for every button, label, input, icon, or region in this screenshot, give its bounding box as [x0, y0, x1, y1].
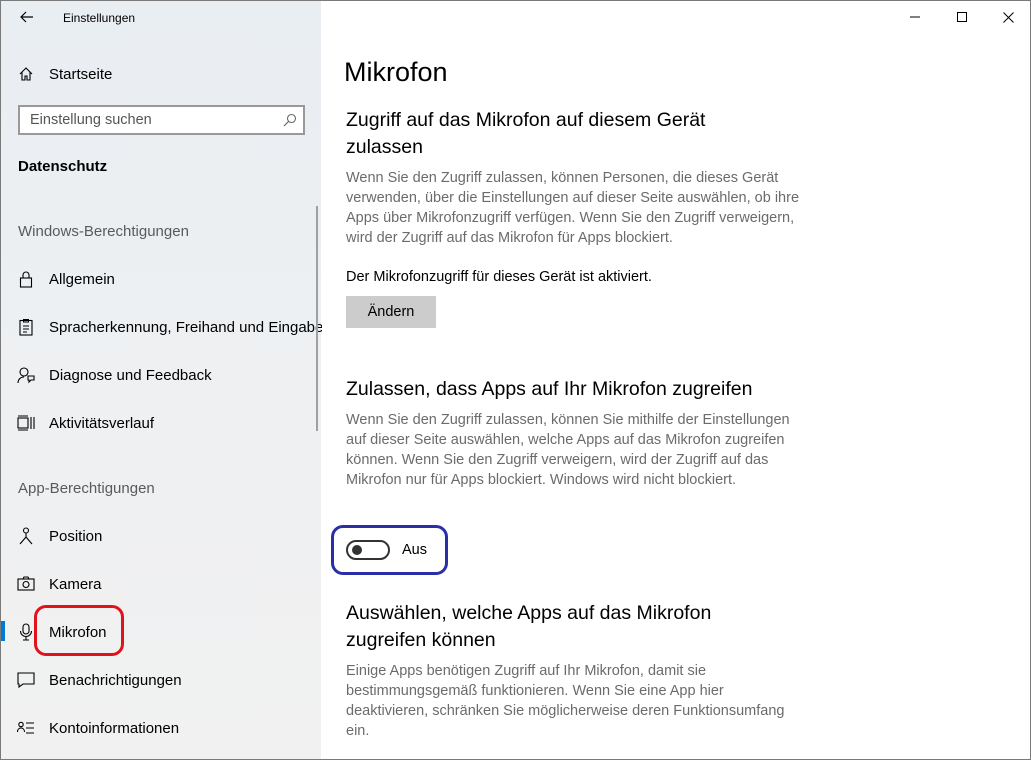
- microphone-icon: [17, 623, 35, 641]
- maximize-button[interactable]: [939, 1, 985, 33]
- section-description-device-access: Wenn Sie den Zugriff zulassen, können Pe…: [346, 170, 800, 246]
- section-heading-app-access: Zulassen, dass Apps auf Ihr Mikrofon zug…: [346, 378, 753, 400]
- sidebar-item-aktivitaetsverlauf[interactable]: Aktivitätsverlauf: [1, 403, 321, 443]
- sidebar-item-kontoinformationen[interactable]: Kontoinformationen: [1, 708, 321, 748]
- sidebar: Einstellungen Startseite Datenschutz Win…: [1, 1, 324, 759]
- account-info-icon: [17, 719, 35, 737]
- app-access-toggle[interactable]: [346, 540, 390, 560]
- section-heading-device-access: Zugriff auf das Mikrofon auf diesem Gerä…: [346, 109, 706, 158]
- settings-search[interactable]: [18, 105, 305, 135]
- device-access-status: Der Mikrofonzugriff für dieses Gerät ist…: [346, 269, 652, 285]
- page-title: Mikrofon: [344, 57, 448, 87]
- sidebar-item-label: Allgemein: [49, 270, 115, 288]
- close-button[interactable]: [985, 1, 1030, 33]
- timeline-icon: [17, 414, 35, 432]
- toggle-state-label: Aus: [402, 542, 427, 558]
- camera-icon: [17, 575, 35, 593]
- sidebar-item-kamera[interactable]: Kamera: [1, 564, 321, 604]
- toggle-knob: [352, 545, 362, 555]
- lock-icon: [17, 270, 35, 288]
- back-arrow-icon: [20, 11, 33, 23]
- minimize-icon: [910, 16, 920, 18]
- sidebar-item-label: Benachrichtigungen: [49, 671, 182, 689]
- maximize-icon: [957, 12, 967, 22]
- change-button[interactable]: Ändern: [346, 296, 436, 328]
- close-icon: [1002, 11, 1014, 23]
- sidebar-scrollbar[interactable]: [316, 206, 318, 431]
- sidebar-item-label: Kamera: [49, 575, 102, 593]
- category-heading: Datenschutz: [18, 158, 108, 175]
- back-button[interactable]: [15, 5, 39, 29]
- location-icon: [17, 527, 35, 545]
- clipboard-icon: [17, 318, 35, 336]
- sidebar-item-benachrichtigungen[interactable]: Benachrichtigungen: [1, 660, 321, 700]
- section-app-permissions: App-Berechtigungen: [18, 480, 155, 497]
- minimize-button[interactable]: [892, 1, 938, 33]
- section-description-app-access: Wenn Sie den Zugriff zulassen, können Si…: [346, 412, 790, 488]
- home-icon: [17, 65, 35, 83]
- settings-window: Einstellungen Startseite Datenschutz Win…: [0, 0, 1031, 760]
- section-description-choose-apps: Einige Apps benötigen Zugriff auf Ihr Mi…: [346, 663, 785, 739]
- search-input[interactable]: [20, 107, 270, 133]
- sidebar-item-spracherkennung[interactable]: Spracherkennung, Freihand und Eingabe: [1, 307, 324, 347]
- content-pane: Mikrofon Zugriff auf das Mikrofon auf di…: [322, 1, 1030, 759]
- section-windows-permissions: Windows-Berechtigungen: [18, 223, 189, 240]
- sidebar-item-position[interactable]: Position: [1, 516, 321, 556]
- nav-home[interactable]: Startseite: [1, 54, 321, 94]
- notification-icon: [17, 671, 35, 689]
- sidebar-item-label: Diagnose und Feedback: [49, 366, 212, 384]
- sidebar-item-label: Position: [49, 527, 103, 545]
- search-icon[interactable]: [283, 113, 297, 127]
- sidebar-item-label: Aktivitätsverlauf: [49, 414, 155, 432]
- sidebar-item-diagnose[interactable]: Diagnose und Feedback: [1, 355, 321, 395]
- window-title: Einstellungen: [63, 11, 136, 25]
- annotation-red-highlight: [34, 605, 124, 656]
- sidebar-item-allgemein[interactable]: Allgemein: [1, 259, 321, 299]
- nav-home-label: Startseite: [49, 65, 113, 83]
- sidebar-item-label: Spracherkennung, Freihand und Eingabe: [49, 318, 324, 336]
- section-heading-choose-apps: Auswählen, welche Apps auf das Mikrofon …: [346, 602, 712, 651]
- feedback-icon: [17, 366, 35, 384]
- sidebar-item-label: Kontoinformationen: [49, 719, 180, 737]
